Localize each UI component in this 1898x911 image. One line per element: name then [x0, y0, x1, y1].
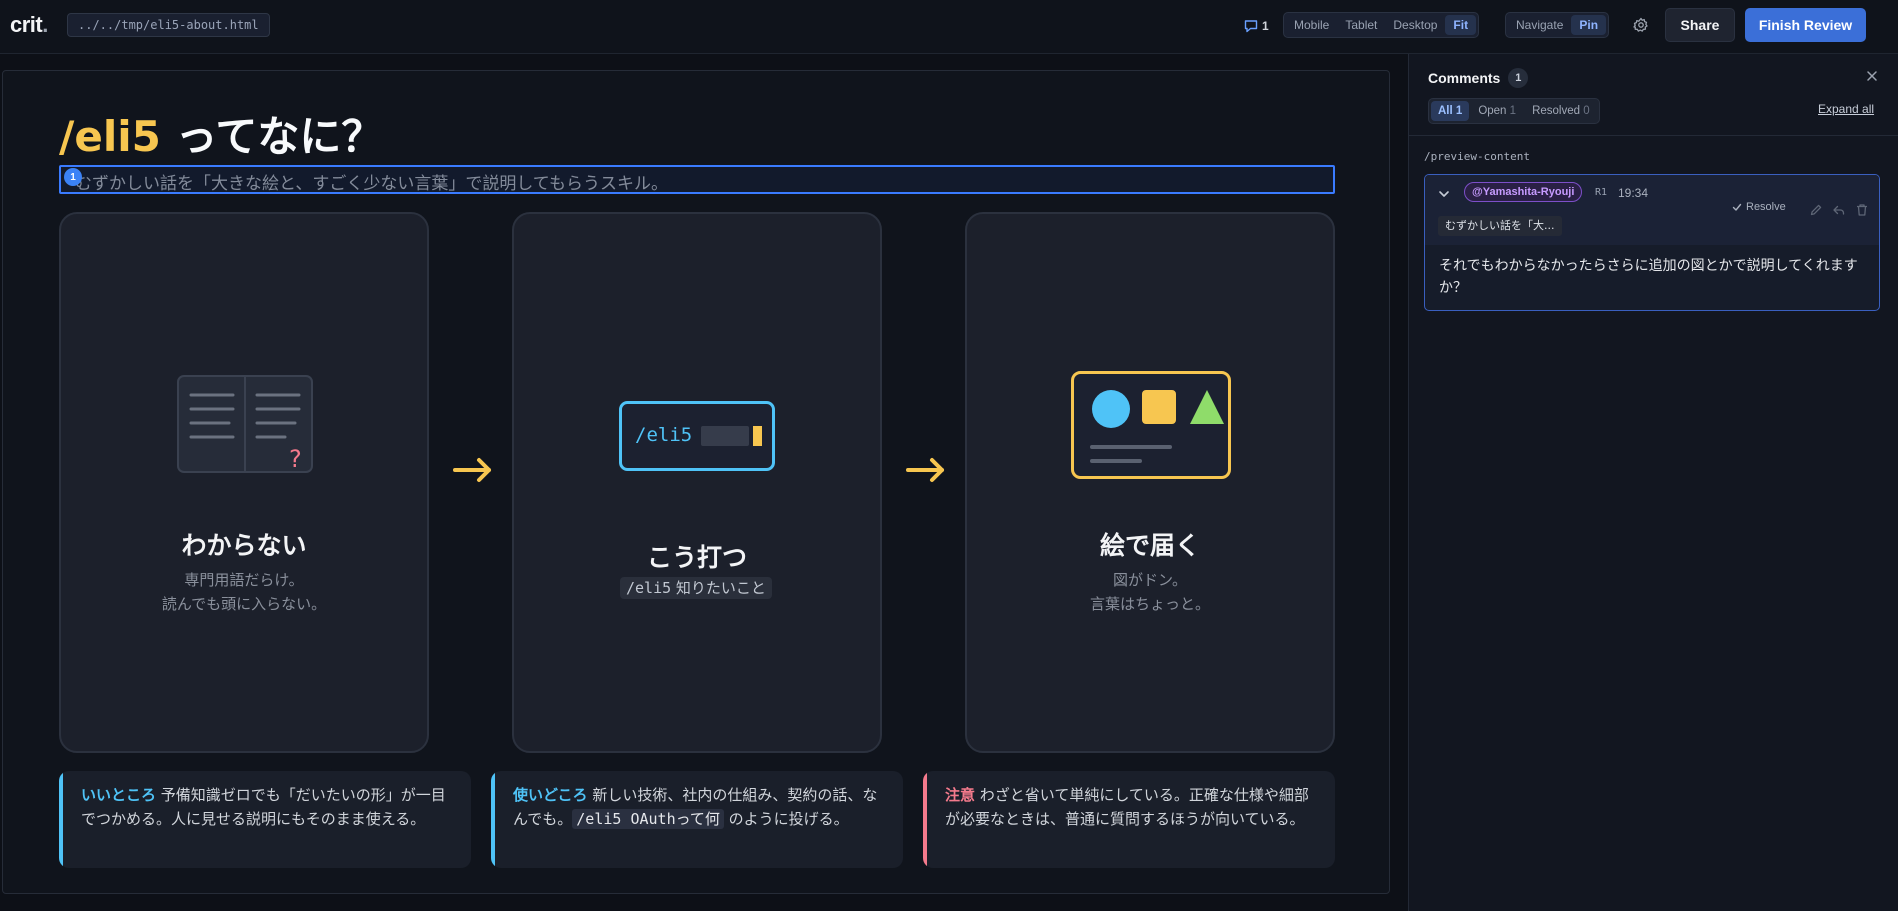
device-tablet[interactable]: Tablet: [1337, 15, 1385, 35]
page-subtitle: むずかしい話を「大きな絵と、すごく少ない言葉」で説明してもらうスキル。: [75, 174, 668, 194]
comments-sidebar: Comments 1 All 1 Open 1 Resolved 0 Expan…: [1408, 54, 1898, 911]
card-type-command: /eli5 こう打つ /eli5 知りたいこと: [512, 212, 882, 753]
close-icon: [1867, 71, 1877, 81]
note-use-cases: 使いどころ 新しい技術、社内の仕組み、契約の話、なんでも。/eli5 OAuth…: [491, 771, 903, 868]
page-title: /eli5 ってなに？: [59, 103, 384, 161]
comments-title: Comments: [1428, 70, 1501, 86]
comment-revision: R1: [1595, 187, 1608, 198]
app-logo[interactable]: crit.: [10, 12, 48, 38]
comments-header: Comments 1: [1428, 68, 1529, 88]
chevron-down-icon: [1439, 191, 1449, 197]
settings-button[interactable]: [1629, 13, 1653, 37]
edit-button[interactable]: [1809, 202, 1823, 216]
filter-label: Open: [1478, 105, 1507, 117]
mode-navigate[interactable]: Navigate: [1508, 15, 1571, 35]
note-label: いいところ: [81, 786, 157, 804]
share-button[interactable]: Share: [1665, 8, 1735, 42]
device-fit[interactable]: Fit: [1445, 15, 1477, 35]
file-path-chip[interactable]: ../../tmp/eli5-about.html: [67, 13, 270, 37]
finish-review-button[interactable]: Finish Review: [1745, 8, 1866, 42]
card-desc-line-2: 言葉はちょっと。: [1089, 595, 1210, 613]
divider: [1409, 135, 1898, 136]
card-dont-understand: ? わからない 専門用語だらけ。 読んでも頭に入らない。: [59, 212, 429, 753]
logo-dot: .: [42, 12, 48, 37]
filter-count: 1: [1509, 105, 1517, 117]
filter-label: Resolved: [1532, 105, 1581, 117]
collapse-thread-button[interactable]: [1437, 186, 1451, 200]
comment-body: それでもわからなかったらさらに追加の図とかで説明してくれますか？: [1439, 258, 1858, 296]
note-label: 使いどころ: [513, 786, 588, 804]
command-name: /eli5: [626, 579, 672, 597]
title-accent: /eli5: [59, 112, 161, 161]
resolve-button[interactable]: Resolve: [1732, 201, 1786, 213]
title-rest: ってなに？: [160, 112, 384, 161]
gear-icon: [1633, 17, 1648, 32]
note-label: 注意: [945, 786, 976, 804]
note-text: わざと省いて単純にしている。正確な仕様や細部が必要なときは、普通に質問するほうが…: [945, 786, 1309, 828]
filter-count: 0: [1583, 105, 1590, 117]
note-caution: 注意 わざと省いて単純にしている。正確な仕様や細部が必要なときは、普通に質問する…: [923, 771, 1335, 868]
note-code-chip: /eli5 OAuthって何: [572, 809, 724, 829]
command-arg: 知りたいこと: [671, 579, 766, 597]
preview-frame: /eli5 ってなに？ むずかしい話を「大きな絵と、すごく少ない言葉」で説明して…: [2, 70, 1390, 894]
filter-count: 1: [1455, 105, 1463, 117]
top-bar: crit. ../../tmp/eli5-about.html 1 Mobile…: [0, 0, 1898, 54]
card-heading: 絵で届く: [1099, 531, 1200, 560]
arrow-right-icon: [451, 455, 495, 485]
device-mobile[interactable]: Mobile: [1286, 15, 1337, 35]
trash-icon: [1857, 204, 1867, 216]
comment-thread[interactable]: @Yamashita-Ryouji R1 19:34 むずかしい話を「大... …: [1424, 174, 1880, 311]
card-desc-line-2: 読んでも頭に入らない。: [161, 595, 327, 613]
pinned-subtitle[interactable]: むずかしい話を「大きな絵と、すごく少ない言葉」で説明してもらうスキル。 1: [59, 165, 1335, 194]
device-switcher: Mobile Tablet Desktop Fit: [1283, 12, 1480, 38]
comment-filter: All 1 Open 1 Resolved 0: [1428, 98, 1600, 124]
card-heading: こう打つ: [646, 543, 747, 572]
card-delivered-by-picture: 絵で届く 図がドン。 言葉はちょっと。: [965, 212, 1335, 753]
note-text-after: のように投げる。: [723, 810, 849, 828]
comment-count-button[interactable]: 1: [1243, 16, 1269, 36]
comment-count-value: 1: [1262, 19, 1269, 33]
note-accent-bar: [923, 771, 927, 868]
expand-all-link[interactable]: Expand all: [1818, 102, 1874, 116]
comment-icon: [1244, 20, 1258, 33]
svg-text:?: ?: [289, 445, 302, 473]
card-heading: わからない: [181, 531, 307, 560]
command-example-chip: /eli5 知りたいこと: [620, 577, 772, 599]
resolve-label: Resolve: [1746, 201, 1786, 213]
comment-author[interactable]: @Yamashita-Ryouji: [1464, 182, 1583, 202]
comment-file-path: /preview-content: [1424, 150, 1530, 163]
mode-switcher: Navigate Pin: [1505, 12, 1610, 38]
terminal-text: /eli5: [635, 424, 693, 446]
filter-resolved[interactable]: Resolved 0: [1525, 101, 1597, 121]
close-sidebar-button[interactable]: [1864, 68, 1880, 84]
reply-button[interactable]: [1832, 202, 1846, 216]
pencil-icon: [1810, 204, 1822, 216]
filter-all[interactable]: All 1: [1431, 101, 1470, 121]
note-good-points: いいところ 予備知識ゼロでも「だいたいの形」が一目でつかめる。人に見せる説明にも…: [59, 771, 471, 868]
device-desktop[interactable]: Desktop: [1385, 15, 1445, 35]
note-accent-bar: [491, 771, 495, 868]
comment-pin-badge[interactable]: 1: [64, 168, 82, 186]
card-desc-line-1: 図がドン。: [1112, 571, 1188, 589]
card-desc-line-1: 専門用語だらけ。: [184, 571, 304, 589]
open-book-icon: ?: [177, 375, 313, 473]
arrow-right-icon: [904, 455, 948, 485]
comments-count-badge: 1: [1508, 68, 1529, 88]
delete-button[interactable]: [1855, 202, 1869, 216]
filter-open[interactable]: Open 1: [1471, 101, 1523, 121]
filter-label: All: [1438, 105, 1453, 117]
note-accent-bar: [59, 771, 63, 868]
picture-shapes-icon: [1071, 371, 1231, 479]
comment-time: 19:34: [1618, 186, 1649, 200]
reply-icon: [1833, 205, 1845, 215]
logo-text: crit: [10, 12, 43, 37]
mode-pin[interactable]: Pin: [1571, 15, 1607, 35]
comment-quote[interactable]: むずかしい話を「大...: [1438, 216, 1562, 236]
check-icon: [1732, 203, 1742, 211]
